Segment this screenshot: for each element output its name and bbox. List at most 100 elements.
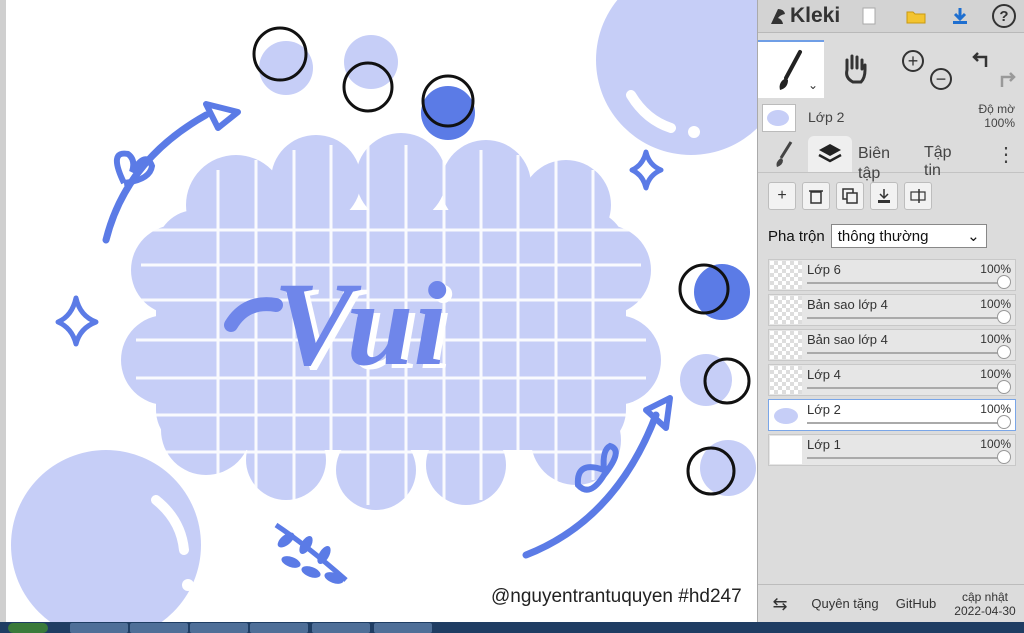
tab-file-label: Tập tin xyxy=(924,144,952,179)
tab-file[interactable]: Tập tin xyxy=(924,136,978,179)
tab-layers[interactable] xyxy=(808,136,852,172)
layer-opacity: 100% xyxy=(980,402,1011,416)
brush-tool-button[interactable]: ⌄ xyxy=(758,40,824,98)
blend-mode-select[interactable]: thông thường ⌄ xyxy=(830,224,987,248)
os-taskbar xyxy=(0,622,1024,633)
chevron-down-icon: ⌄ xyxy=(967,228,980,245)
taskbar-item[interactable] xyxy=(190,623,248,633)
add-layer-button[interactable]: + xyxy=(768,182,796,210)
opacity-label: Độ mờ xyxy=(978,102,1015,116)
watermark-text: @nguyentrantuquyen #hd247 xyxy=(491,586,742,607)
layer-name: Lớp 1 xyxy=(807,437,841,452)
app-name: Kleki xyxy=(790,4,841,27)
undo-icon[interactable] xyxy=(970,48,994,72)
slider-handle[interactable] xyxy=(997,275,1011,289)
text-cursor-icon xyxy=(910,189,926,203)
chevron-down-icon[interactable]: ⌄ xyxy=(808,78,818,92)
merge-icon xyxy=(878,189,890,203)
layer-opacity: 100% xyxy=(980,437,1011,451)
merge-down-button[interactable] xyxy=(870,182,898,210)
slider-handle[interactable] xyxy=(997,415,1011,429)
current-layer-info: Lớp 2 Độ mờ 100% xyxy=(758,100,1024,134)
layer-opacity: 100% xyxy=(980,297,1011,311)
panel-footer: ⇆ Quyên tặng GitHub cập nhật 2022-04-30 xyxy=(758,584,1024,623)
duplicate-icon xyxy=(842,188,858,204)
layer-thumbnail xyxy=(770,366,802,394)
hand-tool-icon[interactable] xyxy=(838,50,872,86)
layer-thumbnail xyxy=(770,331,802,359)
more-menu-icon[interactable]: ⋮ xyxy=(996,136,1016,172)
layer-opacity: 100% xyxy=(980,262,1011,276)
slider-handle[interactable] xyxy=(997,310,1011,324)
update-date: 2022-04-30 xyxy=(954,604,1016,618)
brush-tool-icon xyxy=(779,50,802,90)
layer-list: Lớp 6 100% Bản sao lớp 4 100% Bản sao lớ… xyxy=(768,259,1018,469)
new-image-icon[interactable] xyxy=(858,5,880,27)
vui-lettering: Vui xyxy=(273,257,447,390)
taskbar-item[interactable] xyxy=(70,623,128,633)
plus-icon: + xyxy=(777,187,787,204)
layer-opacity: 100% xyxy=(980,332,1011,346)
tab-edit[interactable]: Biên tập xyxy=(858,136,912,182)
opacity-value[interactable]: 100% xyxy=(984,116,1015,130)
layer-name: Bản sao lớp 4 xyxy=(807,332,888,347)
blend-mode-row: Pha trộn thông thường ⌄ xyxy=(768,224,987,248)
layer-name: Bản sao lớp 4 xyxy=(807,297,888,312)
layers-icon xyxy=(818,144,842,163)
download-icon[interactable] xyxy=(948,5,972,27)
taskbar-item[interactable] xyxy=(374,623,432,633)
blend-mode-value: thông thường xyxy=(837,227,929,245)
layer-item[interactable]: Lớp 4 100% xyxy=(768,364,1016,396)
layer-opacity-slider[interactable] xyxy=(807,457,1005,459)
layer-opacity: 100% xyxy=(980,367,1011,381)
layer-name: Lớp 4 xyxy=(807,367,841,382)
layer-item-selected[interactable]: Lớp 2 100% xyxy=(768,399,1016,431)
taskbar-item[interactable] xyxy=(250,623,308,633)
layer-item[interactable]: Lớp 1 100% xyxy=(768,434,1016,466)
layer-name: Lớp 2 xyxy=(807,402,841,417)
swap-side-icon[interactable]: ⇆ xyxy=(758,585,802,623)
duplicate-layer-button[interactable] xyxy=(836,182,864,210)
layer-item[interactable]: Bản sao lớp 4 100% xyxy=(768,329,1016,361)
donate-link[interactable]: Quyên tặng xyxy=(804,585,886,623)
delete-layer-button[interactable] xyxy=(802,182,830,210)
taskbar-item[interactable] xyxy=(312,623,370,633)
taskbar-item[interactable] xyxy=(130,623,188,633)
changelog-link[interactable]: cập nhật 2022-04-30 xyxy=(946,585,1024,623)
help-icon[interactable]: ? xyxy=(992,4,1016,28)
slider-handle[interactable] xyxy=(997,450,1011,464)
layer-opacity-slider[interactable] xyxy=(807,387,1005,389)
brush-icon xyxy=(776,141,793,167)
artwork: Vui Vui xyxy=(11,0,757,622)
layer-item[interactable]: Bản sao lớp 4 100% xyxy=(768,294,1016,326)
tool-row: ⌄ + − xyxy=(758,40,1024,98)
layer-opacity-slider[interactable] xyxy=(807,352,1005,354)
current-layer-thumbnail xyxy=(762,104,796,132)
layer-thumbnail xyxy=(770,401,802,429)
open-folder-icon[interactable] xyxy=(904,5,928,27)
update-label: cập nhật xyxy=(961,590,1009,604)
start-button[interactable] xyxy=(8,623,48,633)
github-link[interactable]: GitHub xyxy=(888,585,944,623)
kleki-logo[interactable]: Kleki xyxy=(768,4,840,28)
top-bar: Kleki ? xyxy=(758,0,1024,33)
rename-layer-button[interactable] xyxy=(904,182,932,210)
trash-icon xyxy=(809,190,823,204)
layer-opacity-slider[interactable] xyxy=(807,282,1005,284)
layer-opacity-slider[interactable] xyxy=(807,422,1005,424)
layer-thumbnail xyxy=(770,436,802,464)
drawing-canvas[interactable]: Vui Vui @nguyentrantuquyen #hd247 xyxy=(0,0,757,622)
slider-handle[interactable] xyxy=(997,345,1011,359)
layer-thumbnail xyxy=(770,296,802,324)
slider-handle[interactable] xyxy=(997,380,1011,394)
current-layer-name: Lớp 2 xyxy=(808,109,845,125)
layer-opacity-slider[interactable] xyxy=(807,317,1005,319)
redo-icon[interactable] xyxy=(994,68,1018,92)
layer-item[interactable]: Lớp 6 100% xyxy=(768,259,1016,291)
blend-label: Pha trộn xyxy=(768,227,825,245)
tab-edit-label: Biên tập xyxy=(858,145,891,182)
tab-brush[interactable] xyxy=(764,136,804,172)
panel-tabs: Biên tập Tập tin ⋮ xyxy=(758,136,1024,182)
zoom-in-icon[interactable]: + xyxy=(902,50,924,72)
zoom-out-icon[interactable]: − xyxy=(930,68,952,90)
